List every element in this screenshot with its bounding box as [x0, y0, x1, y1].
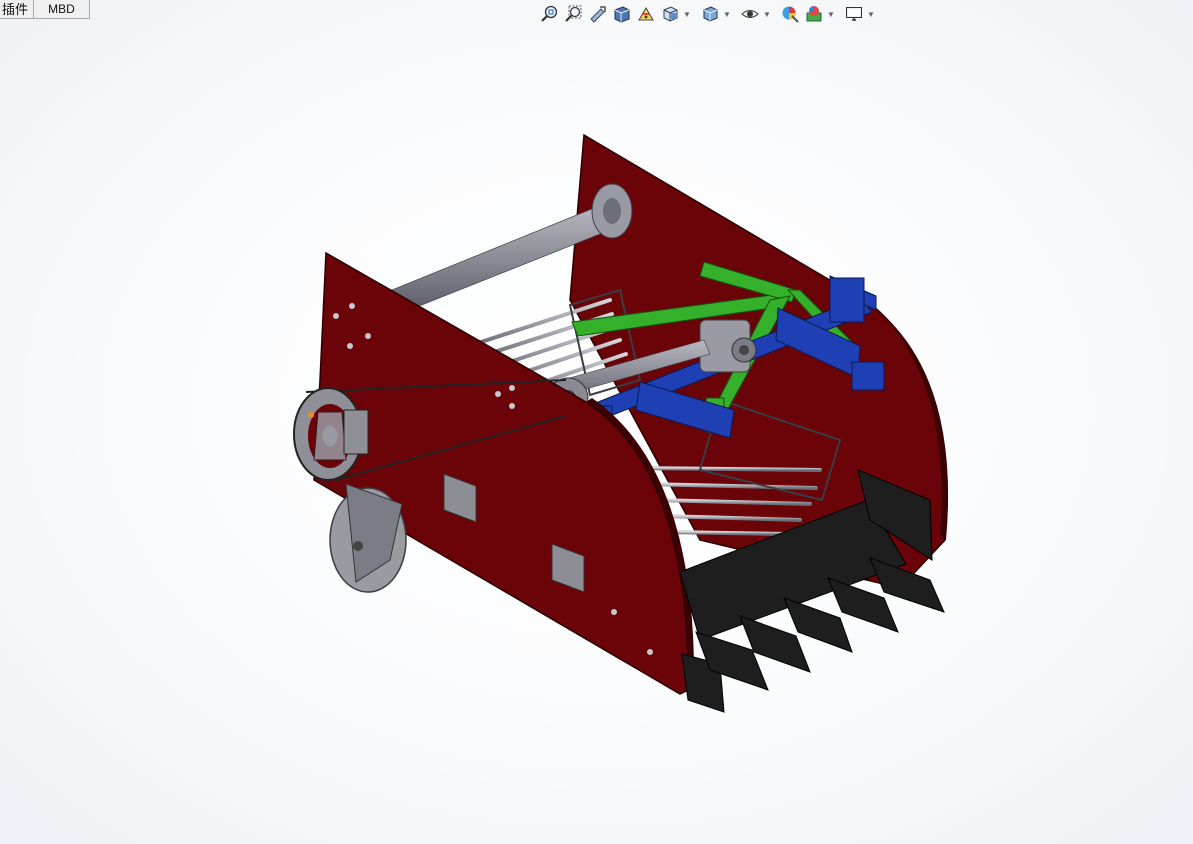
gearbox[interactable]: [699, 319, 757, 373]
graphics-area[interactable]: [0, 0, 1193, 844]
harvester-assembly[interactable]: [293, 133, 949, 713]
